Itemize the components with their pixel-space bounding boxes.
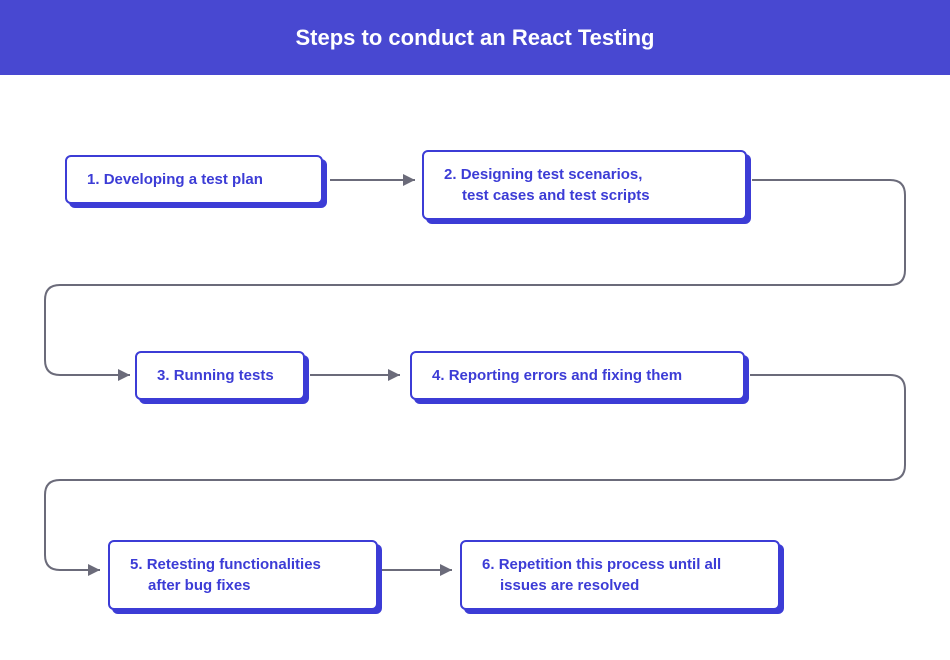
step-box-4: 4. Reporting errors and fixing them	[410, 351, 745, 400]
step-text-line2: after bug fixes	[130, 575, 356, 596]
step-text: Reporting errors and fixing them	[449, 367, 682, 384]
step-num: 2.	[444, 166, 457, 183]
step-num: 1.	[87, 171, 100, 188]
step-box-5: 5. Retesting functionalities after bug f…	[108, 540, 378, 610]
flow-diagram: 1. Developing a test plan 2. Designing t…	[0, 75, 950, 660]
step-text-line2: test cases and test scripts	[444, 185, 725, 206]
header-bar: Steps to conduct an React Testing	[0, 0, 950, 75]
step-num: 6.	[482, 556, 495, 573]
step-box-1: 1. Developing a test plan	[65, 155, 323, 204]
step-text: Developing a test plan	[104, 171, 263, 188]
step-text: Designing test scenarios,	[461, 166, 643, 183]
step-text: Repetition this process until all	[499, 556, 722, 573]
step-box-3: 3. Running tests	[135, 351, 305, 400]
step-box-2: 2. Designing test scenarios, test cases …	[422, 150, 747, 220]
step-num: 4.	[432, 367, 445, 384]
step-text: Retesting functionalities	[147, 556, 321, 573]
step-num: 3.	[157, 367, 170, 384]
step-num: 5.	[130, 556, 143, 573]
step-box-6: 6. Repetition this process until all iss…	[460, 540, 780, 610]
step-text: Running tests	[174, 367, 274, 384]
step-text-line2: issues are resolved	[482, 575, 758, 596]
page-title: Steps to conduct an React Testing	[296, 25, 655, 51]
